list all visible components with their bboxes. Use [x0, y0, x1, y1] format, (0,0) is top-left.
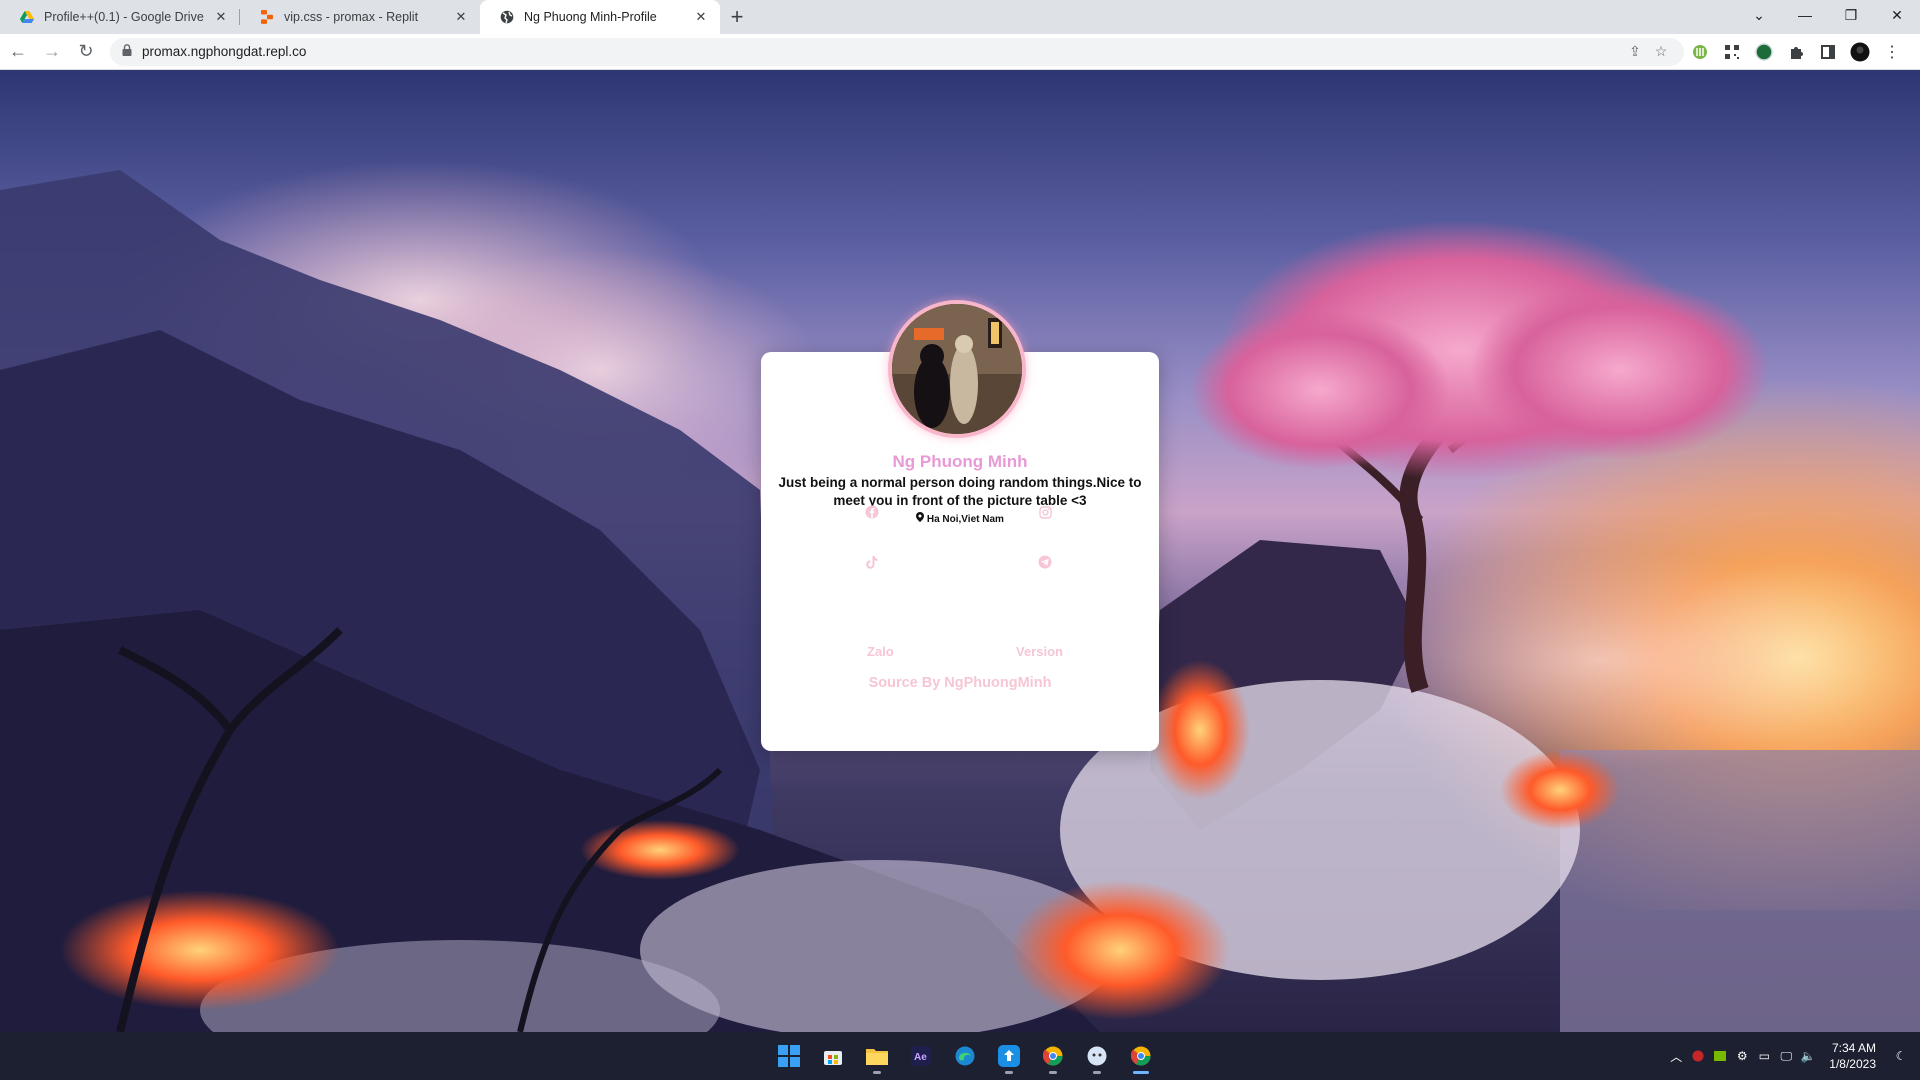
- monitor-icon[interactable]: 🖵: [1775, 1049, 1797, 1064]
- profile-avatar-icon[interactable]: [1844, 36, 1876, 68]
- edge-icon[interactable]: [943, 1036, 987, 1076]
- close-window-button[interactable]: ✕: [1874, 0, 1920, 30]
- taskbar-apps: Ae: [767, 1032, 1163, 1080]
- nvidia-icon[interactable]: [1709, 1051, 1731, 1061]
- chat-icon[interactable]: [1075, 1036, 1119, 1076]
- version-link[interactable]: Version: [1016, 644, 1063, 659]
- minimize-button[interactable]: —: [1782, 0, 1828, 30]
- share-icon[interactable]: ⇪: [1622, 43, 1648, 60]
- window-controls: ⌄ — ❐ ✕: [1736, 0, 1920, 34]
- facebook-icon[interactable]: [862, 502, 882, 522]
- avatar: [888, 300, 1026, 438]
- clock-date: 1/8/2023: [1829, 1057, 1876, 1071]
- reload-button[interactable]: ↻: [70, 36, 102, 68]
- forward-button[interactable]: →: [36, 36, 68, 68]
- close-icon[interactable]: ✕: [692, 8, 710, 26]
- tab-search-icon[interactable]: ⌄: [1736, 0, 1782, 30]
- replit-icon: [260, 10, 274, 24]
- tab-google-drive[interactable]: Profile++(0.1) - Google Drive ✕: [0, 0, 240, 34]
- address-bar[interactable]: promax.ngphongdat.repl.co ⇪ ☆: [110, 37, 1684, 66]
- telegram-icon[interactable]: [1035, 552, 1055, 572]
- instagram-icon[interactable]: [1035, 502, 1055, 522]
- tab-title: Profile++(0.1) - Google Drive: [44, 10, 204, 24]
- clock-time: 7:34 AM: [1831, 1041, 1876, 1055]
- profile-bio: Just being a normal person doing random …: [778, 475, 1142, 508]
- volume-icon[interactable]: 🔈: [1797, 1049, 1819, 1063]
- microsoft-store-icon[interactable]: [811, 1036, 855, 1076]
- location-text: Ha Noi,Viet Nam: [926, 514, 1004, 525]
- qr-code-icon[interactable]: [1716, 36, 1748, 68]
- chevron-up-icon[interactable]: ︿: [1665, 1048, 1687, 1065]
- after-effects-icon[interactable]: Ae: [899, 1036, 943, 1076]
- restore-button[interactable]: ❐: [1828, 0, 1874, 30]
- file-explorer-icon[interactable]: [855, 1036, 899, 1076]
- close-icon[interactable]: ✕: [212, 8, 230, 26]
- windows-start-icon[interactable]: [767, 1036, 811, 1076]
- clock[interactable]: 7:34 AM 1/8/2023: [1829, 1040, 1876, 1072]
- map-pin-icon: [916, 512, 927, 525]
- tiktok-icon[interactable]: [862, 552, 882, 572]
- network-device-icon[interactable]: ▭: [1753, 1049, 1775, 1063]
- taskbar: Ae ︿ ⚙ ▭ 🖵 🔈 7:34 AM 1/8/2023 ☾: [0, 1032, 1920, 1080]
- extension-circle-icon[interactable]: [1748, 36, 1780, 68]
- tab-strip: Profile++(0.1) - Google Drive ✕ vip.css …: [0, 0, 1920, 34]
- globe-icon: [500, 10, 514, 24]
- side-panel-icon[interactable]: [1812, 36, 1844, 68]
- settings-tray-icon[interactable]: ⚙: [1731, 1049, 1753, 1063]
- security-icon[interactable]: [1687, 1050, 1709, 1062]
- back-button[interactable]: ←: [2, 36, 34, 68]
- notification-icon[interactable]: ☾: [1890, 1049, 1912, 1063]
- bookmark-star-icon[interactable]: ☆: [1648, 43, 1674, 60]
- zalo-link[interactable]: Zalo: [867, 644, 894, 659]
- tab-replit[interactable]: vip.css - promax - Replit ✕: [240, 0, 480, 34]
- tab-title: Ng Phuong Minh-Profile: [524, 10, 657, 24]
- url-text: promax.ngphongdat.repl.co: [142, 44, 307, 59]
- tab-title: vip.css - promax - Replit: [284, 10, 419, 24]
- tab-profile[interactable]: Ng Phuong Minh-Profile ✕: [480, 0, 720, 34]
- system-tray: ︿ ⚙ ▭ 🖵 🔈 7:34 AM 1/8/2023 ☾: [1665, 1032, 1920, 1080]
- svg-text:Ae: Ae: [914, 1052, 927, 1063]
- extension-green-icon[interactable]: [1684, 36, 1716, 68]
- google-drive-icon: [20, 10, 34, 24]
- profile-location: Ha Noi,Viet Nam: [761, 512, 1159, 525]
- lock-icon[interactable]: [122, 43, 132, 61]
- cloud-upload-icon[interactable]: [987, 1036, 1031, 1076]
- profile-name: Ng Phuong Minh: [892, 452, 1028, 471]
- puzzle-extensions-icon[interactable]: [1780, 36, 1812, 68]
- chrome-menu-icon[interactable]: ⋮: [1876, 36, 1908, 68]
- chrome-canary-icon[interactable]: [1031, 1036, 1075, 1076]
- avatar-photo: [892, 304, 1022, 434]
- chrome-icon[interactable]: [1119, 1036, 1163, 1076]
- source-credit[interactable]: Source By NgPhuongMinh: [761, 675, 1159, 691]
- new-tab-button[interactable]: +: [720, 0, 754, 34]
- close-icon[interactable]: ✕: [452, 8, 470, 26]
- browser-toolbar: ← → ↻ promax.ngphongdat.repl.co ⇪ ☆ ⋮: [0, 34, 1920, 70]
